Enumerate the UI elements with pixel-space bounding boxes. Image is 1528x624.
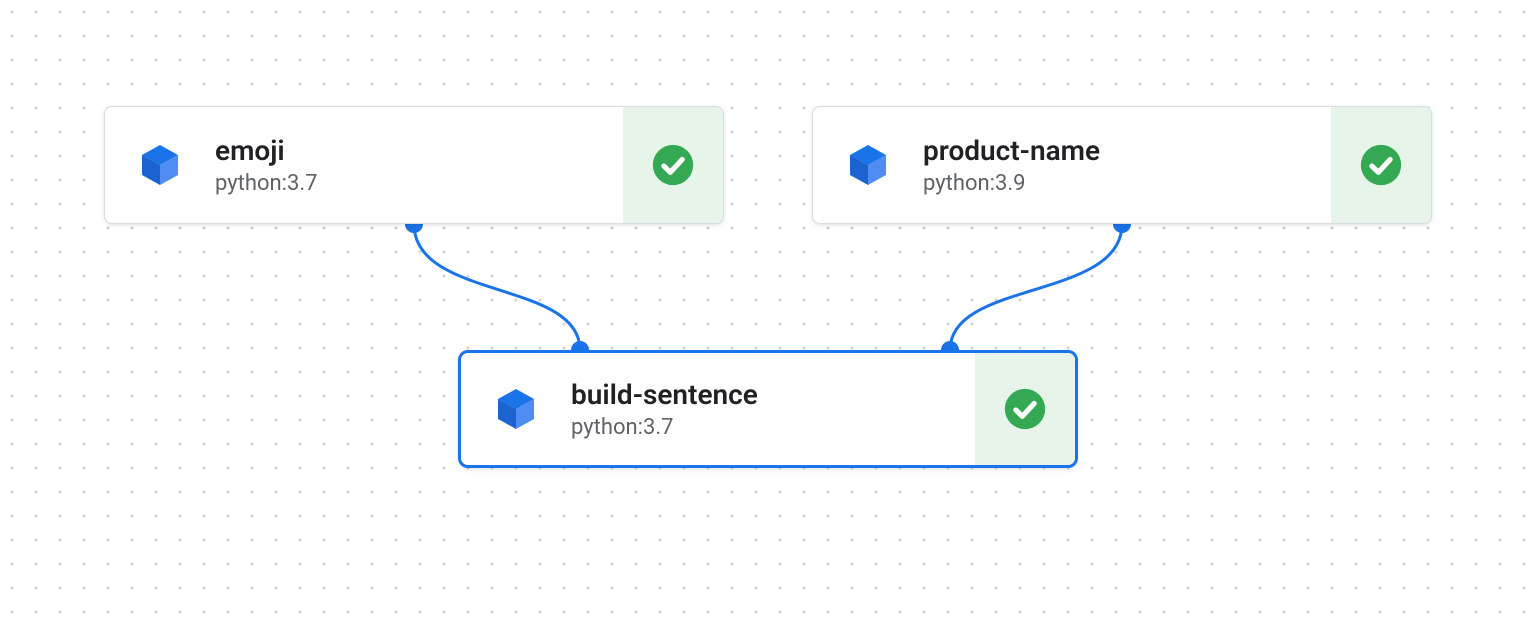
- node-text-zone: build-sentence python:3.7: [571, 353, 975, 465]
- node-title: product-name: [923, 134, 1315, 168]
- pipeline-node-build-sentence[interactable]: build-sentence python:3.7: [458, 350, 1078, 468]
- cube-icon: [492, 385, 540, 433]
- node-subtitle: python:3.7: [571, 415, 959, 440]
- check-circle-icon: [1003, 387, 1047, 431]
- edge-productname-to-build: [950, 224, 1122, 350]
- check-circle-icon: [1359, 143, 1403, 187]
- pipeline-node-emoji[interactable]: emoji python:3.7: [104, 106, 724, 224]
- edge-emoji-to-build: [414, 224, 580, 350]
- pipeline-node-product-name[interactable]: product-name python:3.9: [812, 106, 1432, 224]
- node-status-zone: [623, 107, 723, 223]
- node-title: emoji: [215, 134, 607, 168]
- node-icon-zone: [105, 107, 215, 223]
- node-status-zone: [975, 353, 1075, 465]
- node-subtitle: python:3.7: [215, 171, 607, 196]
- node-text-zone: product-name python:3.9: [923, 107, 1331, 223]
- node-status-zone: [1331, 107, 1431, 223]
- node-title: build-sentence: [571, 378, 959, 412]
- cube-icon: [844, 141, 892, 189]
- pipeline-canvas[interactable]: emoji python:3.7 product-name python:3.9: [0, 0, 1528, 624]
- node-text-zone: emoji python:3.7: [215, 107, 623, 223]
- node-icon-zone: [813, 107, 923, 223]
- node-icon-zone: [461, 353, 571, 465]
- cube-icon: [136, 141, 184, 189]
- node-subtitle: python:3.9: [923, 171, 1315, 196]
- edges-layer: [0, 0, 1528, 624]
- check-circle-icon: [651, 143, 695, 187]
